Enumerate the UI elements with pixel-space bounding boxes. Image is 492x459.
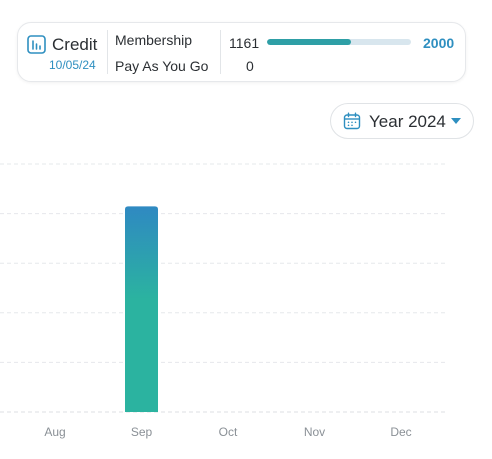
chart-x-tick-label: Dec bbox=[390, 425, 411, 439]
credit-card: Credit 10/05/24 Membership Pay As You Go… bbox=[17, 22, 466, 82]
year-selector[interactable]: Year 2024 bbox=[330, 103, 474, 139]
payg-label: Pay As You Go bbox=[115, 58, 209, 74]
membership-progress-fill bbox=[267, 39, 351, 45]
membership-label: Membership bbox=[115, 32, 193, 48]
chart-bar-sep[interactable] bbox=[125, 206, 158, 412]
chart-x-tick-label: Nov bbox=[304, 425, 325, 439]
chart-bars bbox=[125, 206, 158, 412]
caret-down-icon bbox=[451, 118, 461, 124]
year-selector-label: Year 2024 bbox=[369, 112, 446, 131]
membership-used-value: 1161 bbox=[229, 35, 260, 51]
bar-chart: Aug Sep Oct Nov Dec bbox=[0, 163, 446, 439]
chart-x-axis-labels: Aug Sep Oct Nov Dec bbox=[44, 425, 411, 439]
credit-date: 10/05/24 bbox=[49, 58, 96, 72]
membership-total-value: 2000 bbox=[423, 35, 455, 51]
chart-x-tick-label: Aug bbox=[44, 425, 65, 439]
payg-value: 0 bbox=[246, 58, 254, 74]
divider bbox=[220, 30, 221, 74]
credit-summary: Credit 10/05/24 bbox=[18, 23, 108, 81]
chart-x-tick-label: Sep bbox=[131, 425, 153, 439]
chart-x-tick-label: Oct bbox=[219, 425, 238, 439]
bar-chart-icon bbox=[27, 35, 46, 54]
membership-progress-bar bbox=[267, 39, 411, 45]
calendar-icon bbox=[343, 112, 361, 130]
credit-title: Credit bbox=[52, 35, 98, 54]
divider bbox=[107, 30, 108, 74]
chart-gridlines bbox=[0, 163, 446, 413]
